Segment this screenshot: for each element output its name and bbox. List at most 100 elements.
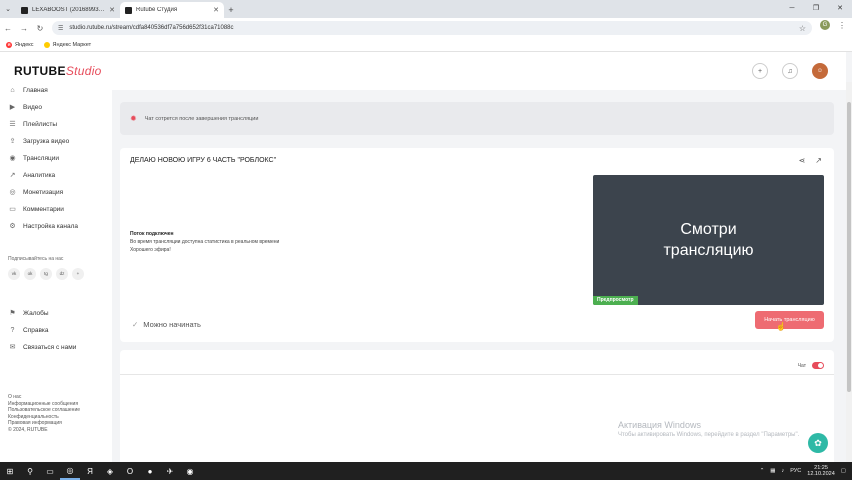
bookmark-yandex-market[interactable]: Яндекс Маркет: [43, 41, 92, 48]
telegram-app-icon[interactable]: ✈: [160, 462, 180, 480]
analytics-icon: ↗: [9, 172, 16, 179]
watermark-title: Активация Windows: [618, 420, 701, 430]
stream-card-actions: ⋖ ↗: [799, 156, 822, 165]
sidebar-item-complaints[interactable]: ⚑ Жалобы: [8, 309, 48, 318]
opera-icon[interactable]: O: [120, 462, 140, 480]
broadcast-icon: ◉: [9, 155, 16, 162]
stream-preview[interactable]: Смотри трансляцию Предпросмотр: [593, 175, 824, 305]
sidebar-item-analytics[interactable]: ↗ Аналитика: [8, 171, 56, 180]
sidebar-item-label: Загрузка видео: [23, 138, 70, 145]
obs-icon[interactable]: ◉: [180, 462, 200, 480]
logo-main: RUTUBE: [14, 64, 66, 78]
sidebar-item-playlists[interactable]: ☰ Плейлисты: [8, 120, 57, 129]
tab-favicon-icon: [125, 6, 132, 14]
browser-tab-rutube-studio[interactable]: Rutube Студия ✕: [120, 2, 224, 18]
telegram-icon[interactable]: tg: [40, 268, 52, 280]
status-line: Во время трансляции доступна статистика …: [130, 239, 280, 245]
bookmark-yandex[interactable]: Я Яндекс: [6, 41, 34, 48]
sidebar-item-label: Связаться с нами: [23, 344, 77, 351]
page-scrollbar[interactable]: [846, 82, 852, 462]
ok-icon[interactable]: ok: [24, 268, 36, 280]
keyboard-lang[interactable]: РУС: [790, 468, 801, 474]
chrome-icon[interactable]: ◎: [60, 462, 80, 480]
yandex-browser-icon[interactable]: Я: [80, 462, 100, 480]
footer-links: О нас Информационные сообщения Пользоват…: [8, 394, 80, 433]
menu-dots-icon[interactable]: ⋮: [838, 21, 846, 30]
windows-activation-watermark: Активация Windows Чтобы активировать Win…: [618, 420, 799, 438]
preview-line: трансляцию: [663, 242, 754, 259]
tray-chevron-icon[interactable]: ⌃: [760, 468, 765, 474]
follow-label: Подписывайтесь на нас: [8, 256, 64, 262]
tab-search-icon[interactable]: ⌄: [0, 0, 16, 18]
restore-icon[interactable]: ❐: [804, 0, 828, 18]
start-stream-button[interactable]: Начать трансляцию: [755, 311, 824, 329]
sidebar-item-streams[interactable]: ◉ Трансляции: [8, 154, 59, 163]
header-icons: + ♫ ☺: [752, 63, 828, 79]
windows-start-icon[interactable]: ⊞: [0, 462, 20, 480]
logo-studio: Studio: [65, 64, 102, 78]
bookmark-star-icon[interactable]: ☆: [799, 24, 806, 33]
lightbulb-icon: ✹: [130, 114, 137, 123]
scrollbar-thumb[interactable]: [847, 102, 851, 392]
bookmark-label: Яндекс: [15, 41, 34, 48]
volume-icon[interactable]: ♪: [782, 468, 785, 474]
game-app-icon[interactable]: ●: [140, 462, 160, 480]
flag-icon: ⚑: [9, 310, 16, 317]
sidebar-item-video[interactable]: ▶ Видео: [8, 103, 42, 112]
browser-toolbar: ← → ↻ ☰ studio.rutube.ru/stream/cdfa8405…: [0, 18, 852, 38]
market-icon: [43, 41, 50, 48]
close-icon[interactable]: ✕: [109, 6, 115, 14]
taskbar-clock[interactable]: 21:25 12.10.2024: [807, 465, 835, 478]
sidebar-item-label: Монетизация: [23, 189, 64, 196]
sidebar-item-label: Настройка канала: [23, 223, 79, 230]
minimize-icon[interactable]: ─: [780, 0, 804, 18]
sidebar-item-label: Главная: [23, 87, 48, 94]
rutube-studio-logo[interactable]: RUTUBEStudio: [14, 64, 102, 78]
back-icon[interactable]: ←: [0, 24, 16, 33]
notifications-icon[interactable]: ▢: [841, 468, 846, 474]
more-socials-icon[interactable]: +: [72, 268, 84, 280]
browser-tab-lexaboost[interactable]: LEXABOOST (20168993) - смот ✕: [16, 2, 120, 18]
bell-icon[interactable]: ♫: [782, 63, 798, 79]
window-controls: ─ ❐ ✕: [780, 0, 852, 18]
share-icon[interactable]: ⋖: [799, 156, 806, 165]
sidebar-item-upload[interactable]: ⇪ Загрузка видео: [8, 137, 70, 146]
forward-icon[interactable]: →: [16, 24, 32, 33]
network-icon[interactable]: ▦: [770, 468, 775, 474]
windows-taskbar: ⊞ ⚲ ▭ ◎ Я ◈ O ● ✈ ◉ ⌃ ▦ ♪ РУС 21:25 12.1…: [0, 462, 852, 480]
address-url[interactable]: studio.rutube.ru/stream/cdfa840536df7a75…: [69, 25, 798, 31]
chat-toggle-label: Чат: [797, 362, 806, 369]
sidebar-item-help[interactable]: ? Справка: [8, 326, 49, 335]
address-bar[interactable]: ☰ studio.rutube.ru/stream/cdfa840536df7a…: [52, 21, 812, 35]
external-link-icon[interactable]: ↗: [815, 156, 822, 165]
media-app-icon[interactable]: ◈: [100, 462, 120, 480]
file-explorer-icon[interactable]: ▭: [40, 462, 60, 480]
avatar[interactable]: ☺: [812, 63, 828, 79]
sidebar-item-monetization[interactable]: ◎ Монетизация: [8, 188, 63, 197]
tab-title: Rutube Студия: [136, 7, 178, 13]
bookmark-label: Яндекс Маркет: [52, 41, 92, 48]
footer-link-agreement[interactable]: Пользовательское соглашение: [8, 407, 80, 414]
support-chat-icon[interactable]: ✿: [808, 433, 828, 453]
preview-badge: Предпросмотр: [593, 296, 638, 305]
sidebar-item-contact[interactable]: ✉ Связаться с нами: [8, 343, 77, 352]
profile-avatar-icon[interactable]: G: [820, 20, 830, 30]
tab-title: LEXABOOST (20168993) - смот: [32, 7, 105, 13]
home-icon: ⌂: [10, 87, 15, 94]
add-video-icon[interactable]: +: [752, 63, 768, 79]
reload-icon[interactable]: ↻: [32, 24, 48, 33]
check-icon: ✓: [132, 320, 139, 329]
new-tab-button[interactable]: +: [224, 2, 238, 18]
close-window-icon[interactable]: ✕: [828, 0, 852, 18]
site-info-icon[interactable]: ☰: [58, 25, 63, 32]
chat-toggle-row: Чат: [798, 362, 824, 369]
upload-icon: ⇪: [9, 138, 16, 145]
sidebar-item-comments[interactable]: ▭ Комментарии: [8, 205, 64, 214]
close-icon[interactable]: ✕: [213, 6, 219, 14]
sidebar-item-home[interactable]: ⌂ Главная: [8, 86, 48, 95]
search-icon[interactable]: ⚲: [20, 462, 40, 480]
chat-toggle[interactable]: [812, 362, 824, 369]
vk-icon[interactable]: vk: [8, 268, 20, 280]
sidebar-item-channel-settings[interactable]: ⚙ Настройка канала: [8, 222, 78, 231]
dzen-icon[interactable]: dz: [56, 268, 68, 280]
